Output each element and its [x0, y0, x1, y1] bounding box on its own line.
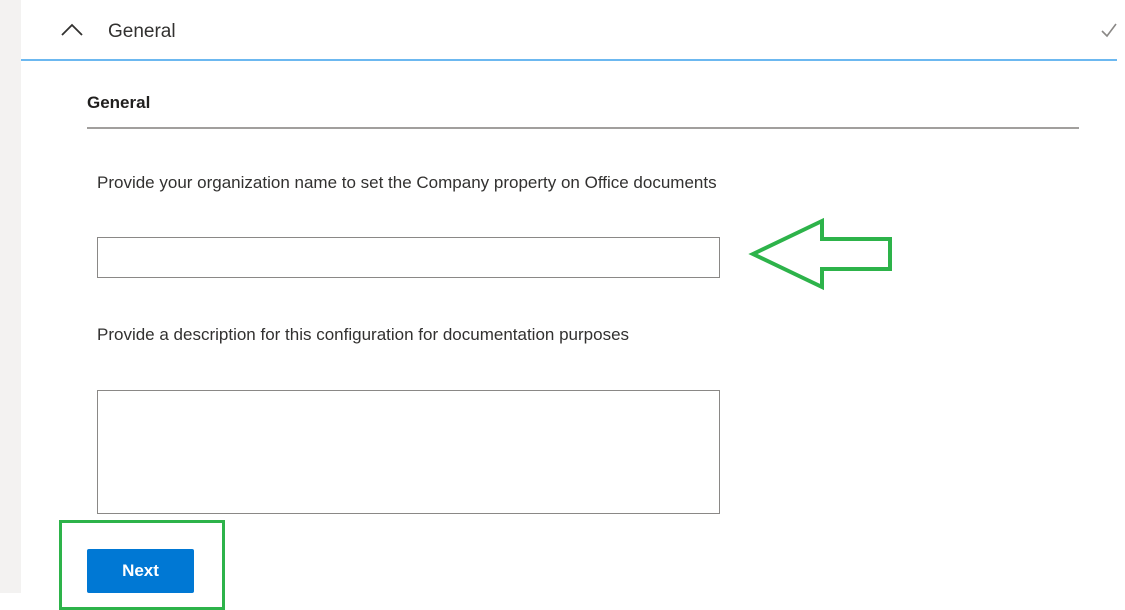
- section-title[interactable]: General: [108, 20, 176, 44]
- checkmark-icon: [1101, 23, 1117, 38]
- left-arrow-icon: [748, 217, 892, 291]
- subsection-divider: [87, 127, 1079, 129]
- organization-name-input[interactable]: [97, 237, 720, 278]
- section-header-underline: [21, 59, 1117, 61]
- subsection-title: General: [87, 93, 151, 112]
- chevron-up-icon[interactable]: [60, 22, 84, 38]
- left-margin-strip: [0, 0, 21, 593]
- organization-name-label: Provide your organization name to set th…: [97, 173, 717, 192]
- next-button[interactable]: Next: [87, 549, 194, 593]
- description-label: Provide a description for this configura…: [97, 325, 630, 344]
- section-header-general[interactable]: [21, 0, 1125, 60]
- description-textarea[interactable]: [97, 390, 720, 514]
